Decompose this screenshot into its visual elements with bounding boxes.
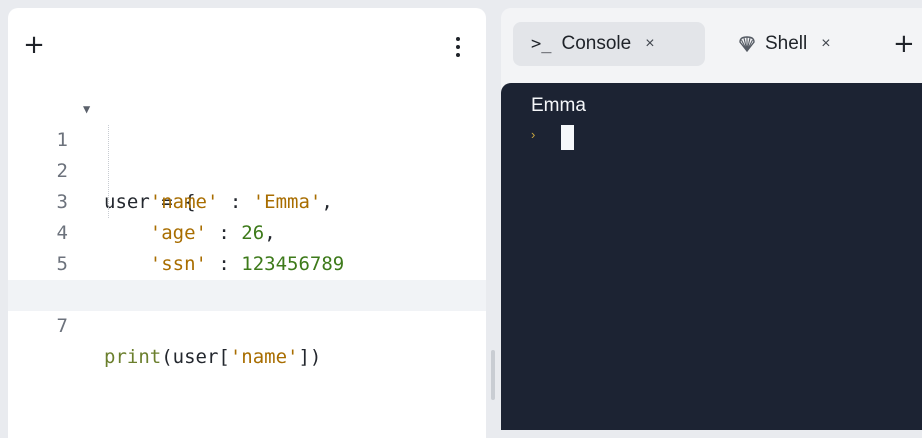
add-file-button[interactable]: +	[22, 32, 46, 58]
close-icon[interactable]: ×	[821, 35, 830, 53]
tab-label: Shell	[765, 33, 808, 54]
code-text: print(user['name'])	[104, 346, 322, 368]
editor-toolbar: +	[8, 8, 486, 84]
console-output-area[interactable]: Emma ›	[501, 83, 922, 430]
close-icon[interactable]: ×	[645, 35, 654, 53]
console-output-text: Emma	[531, 95, 586, 116]
terminal-icon: >_	[531, 34, 552, 54]
code-line[interactable]: 1 ▼ user = {	[8, 94, 486, 213]
tab-label: Console	[561, 33, 632, 54]
code-line[interactable]: 4 'ssn' : 123456789	[8, 187, 486, 275]
code-line-active[interactable]: 7 print(user['name'])	[8, 280, 486, 368]
code-line[interactable]: 3 'age' : 26,	[8, 156, 486, 244]
pane-resize-handle[interactable]	[491, 350, 495, 400]
tab-shell[interactable]: Shell ×	[721, 22, 871, 66]
more-options-icon[interactable]	[451, 34, 465, 62]
line-number: 7	[56, 315, 68, 337]
add-tab-button[interactable]: +	[893, 31, 915, 57]
code-editor-pane: + 1 ▼ user = { 2 'name' : 'Emma', 3 'age…	[8, 8, 486, 438]
shell-icon	[737, 34, 757, 54]
console-pane: >_ Console × Shell × + Emma ›	[501, 8, 922, 430]
prompt-icon: ›	[531, 127, 536, 142]
code-line[interactable]: 2 'name' : 'Emma',	[8, 125, 486, 213]
indent-guide	[108, 125, 109, 218]
code-line[interactable]: 5 }	[8, 218, 486, 306]
tab-console[interactable]: >_ Console ×	[513, 22, 705, 66]
code-line[interactable]: 6	[8, 249, 486, 306]
text-cursor	[561, 125, 574, 150]
code-area[interactable]: 1 ▼ user = { 2 'name' : 'Emma', 3 'age' …	[8, 94, 486, 438]
fold-toggle-icon[interactable]: ▼	[83, 94, 90, 125]
tab-bar: >_ Console × Shell × +	[501, 8, 922, 83]
